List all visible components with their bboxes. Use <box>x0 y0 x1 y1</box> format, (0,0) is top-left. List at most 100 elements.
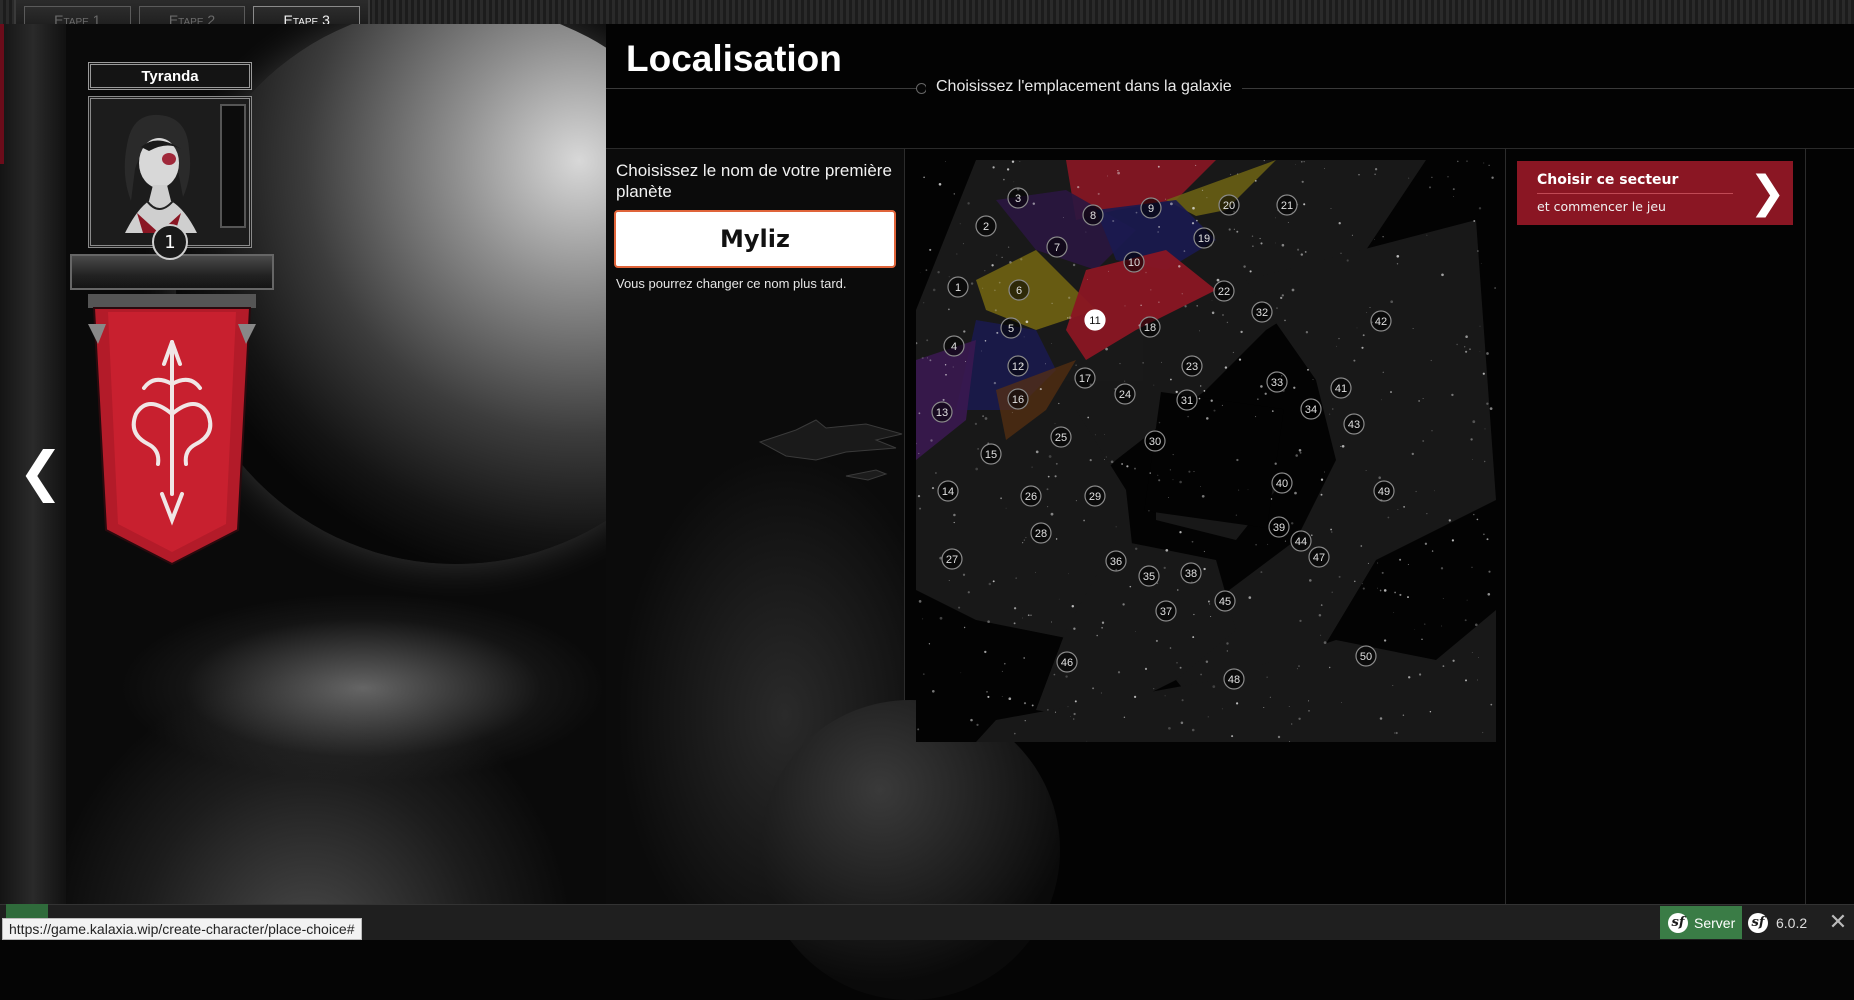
sector-node[interactable]: 10 <box>1123 251 1145 273</box>
sector-node[interactable]: 1 <box>947 276 969 298</box>
sector-node[interactable]: 9 <box>1140 197 1162 219</box>
sector-node[interactable]: 33 <box>1266 371 1288 393</box>
sector-node-label: 27 <box>946 554 958 566</box>
sector-node-label: 17 <box>1079 373 1091 385</box>
planet-name-input[interactable] <box>614 210 896 268</box>
sector-node[interactable]: 25 <box>1050 426 1072 448</box>
sector-node-label: 12 <box>1012 361 1024 373</box>
sector-node[interactable]: 22 <box>1213 280 1235 302</box>
sector-node-label: 2 <box>983 221 989 233</box>
sector-node-label: 34 <box>1305 404 1317 416</box>
sector-node[interactable]: 29 <box>1084 485 1106 507</box>
close-icon[interactable]: ✕ <box>1822 906 1854 939</box>
sector-node[interactable]: 32 <box>1251 301 1273 323</box>
sector-node[interactable]: 31 <box>1176 389 1198 411</box>
sector-node-label: 23 <box>1186 361 1198 373</box>
sector-node-label: 10 <box>1128 257 1140 269</box>
sector-node-label: 41 <box>1335 383 1347 395</box>
sector-node-label: 42 <box>1375 316 1387 328</box>
sector-node[interactable]: 7 <box>1046 236 1068 258</box>
sector-node[interactable]: 39 <box>1268 516 1290 538</box>
sector-node[interactable]: 48 <box>1223 668 1245 690</box>
sector-node[interactable]: 45 <box>1214 590 1236 612</box>
sector-node[interactable]: 41 <box>1330 377 1352 399</box>
sector-node-label: 45 <box>1219 596 1231 608</box>
sector-node-label: 30 <box>1149 436 1161 448</box>
server-panel[interactable]: sf Server <box>1660 906 1742 939</box>
sector-node[interactable]: 8 <box>1082 204 1104 226</box>
sector-node[interactable]: 40 <box>1271 472 1293 494</box>
sector-node[interactable]: 35 <box>1138 565 1160 587</box>
sector-node[interactable]: 17 <box>1074 367 1096 389</box>
choose-sector-title: Choisir ce secteur <box>1537 172 1679 188</box>
version-panel[interactable]: sf 6.0.2 <box>1748 906 1807 939</box>
sector-node[interactable]: 37 <box>1155 600 1177 622</box>
sector-node-label: 28 <box>1035 528 1047 540</box>
choose-sector-button[interactable]: Choisir ce secteur et commencer le jeu ❯ <box>1517 161 1793 225</box>
sector-node-label: 48 <box>1228 674 1240 686</box>
sector-node-label: 24 <box>1119 389 1131 401</box>
sector-node-label: 8 <box>1090 210 1096 222</box>
sector-node[interactable]: 49 <box>1373 480 1395 502</box>
sector-node[interactable]: 26 <box>1020 485 1042 507</box>
sector-node-label: 16 <box>1012 394 1024 406</box>
galaxy-map[interactable]: 1234567891011121314151617181920 212223242… <box>916 160 1496 742</box>
server-label: Server <box>1694 914 1736 931</box>
sector-node-label: 19 <box>1198 233 1210 245</box>
sector-node[interactable]: 19 <box>1193 227 1215 249</box>
sector-node[interactable]: 2 <box>975 215 997 237</box>
sector-node-label: 29 <box>1089 491 1101 503</box>
character-portrait-image <box>124 114 197 233</box>
sector-node[interactable]: 28 <box>1030 522 1052 544</box>
choose-sector-divider <box>1537 193 1733 194</box>
sector-node[interactable]: 23 <box>1181 355 1203 377</box>
sector-node[interactable]: 13 <box>931 401 953 423</box>
sector-node[interactable]: 30 <box>1144 430 1166 452</box>
sector-node-label: 5 <box>1008 323 1014 335</box>
sector-node-label: 11 <box>1089 315 1100 327</box>
sector-node-label: 18 <box>1144 322 1156 334</box>
sector-node-label: 50 <box>1360 651 1372 663</box>
sector-node[interactable]: 20 <box>1218 194 1240 216</box>
sector-node[interactable]: 47 <box>1308 546 1330 568</box>
sector-node[interactable]: 3 <box>1007 187 1029 209</box>
sector-node-label: 26 <box>1025 491 1037 503</box>
sector-node-label: 25 <box>1055 432 1067 444</box>
sector-node[interactable]: 21 <box>1276 194 1298 216</box>
sector-node[interactable]: 44 <box>1290 530 1312 552</box>
sector-node[interactable]: 34 <box>1300 398 1322 420</box>
planet-name-label: Choisissez le nom de votre première plan… <box>616 161 892 201</box>
sector-node[interactable]: 50 <box>1355 645 1377 667</box>
sector-node[interactable]: 38 <box>1180 562 1202 584</box>
sector-node-label: 37 <box>1160 606 1172 618</box>
sector-node-label: 4 <box>951 341 957 353</box>
sector-node-label: 32 <box>1256 307 1268 319</box>
chevron-left-icon: ❮ <box>18 440 64 503</box>
chevron-right-icon: ❯ <box>1749 167 1786 218</box>
sector-node[interactable]: 5 <box>1000 317 1022 339</box>
spaceship-illustration <box>758 419 903 481</box>
sector-node[interactable]: 24 <box>1114 383 1136 405</box>
sector-node[interactable]: 15 <box>980 443 1002 465</box>
sector-node-label: 21 <box>1281 200 1293 212</box>
sector-node-label: 33 <box>1271 377 1283 389</box>
sector-node[interactable]: 11 <box>1084 309 1106 331</box>
sector-node-label: 22 <box>1218 286 1230 298</box>
level-badge: 1 <box>152 224 188 260</box>
sector-node-label: 15 <box>985 449 997 461</box>
status-url: https://game.kalaxia.wip/create-characte… <box>2 918 362 940</box>
sector-node-label: 39 <box>1273 522 1285 534</box>
sector-node[interactable]: 6 <box>1008 279 1030 301</box>
sector-node[interactable]: 18 <box>1139 316 1161 338</box>
sector-node[interactable]: 14 <box>937 480 959 502</box>
sector-node[interactable]: 12 <box>1007 355 1029 377</box>
sector-node[interactable]: 27 <box>941 548 963 570</box>
sector-node[interactable]: 16 <box>1007 388 1029 410</box>
sector-node[interactable]: 36 <box>1105 550 1127 572</box>
previous-button[interactable]: ❮ <box>18 440 63 503</box>
sector-node[interactable]: 4 <box>943 335 965 357</box>
sector-node[interactable]: 46 <box>1056 651 1078 673</box>
sector-node-label: 7 <box>1054 242 1060 254</box>
sector-node[interactable]: 42 <box>1370 310 1392 332</box>
sector-node[interactable]: 43 <box>1343 413 1365 435</box>
